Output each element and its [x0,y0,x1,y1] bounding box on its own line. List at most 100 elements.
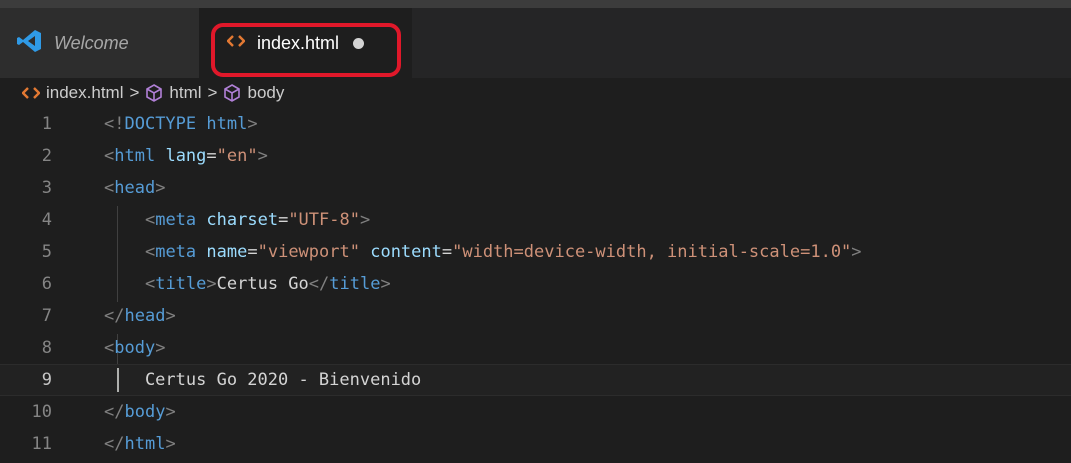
code-line[interactable]: 10 </body> [0,396,1071,428]
tab-index-label: index.html [257,32,340,53]
editor-tab-bar: Welcome index.html [0,8,1071,78]
code-token: Certus Go [216,274,309,294]
code-token: < [104,178,115,198]
code-token: </ [104,306,125,326]
code-token: html [114,146,156,166]
code-line[interactable]: 3 <head> [0,172,1071,204]
code-token: > [206,274,217,294]
breadcrumb-file[interactable]: index.html [22,83,123,103]
code-editor[interactable]: 1 <!DOCTYPE html> 2 <html lang="en"> 3 <head>… [0,108,1071,463]
code-token: < [144,210,156,230]
breadcrumb-file-label: index.html [46,83,124,102]
code-text: <title>Certus Go</title> [104,274,391,294]
code-token: title [155,274,207,294]
line-number: 2 [41,146,52,166]
code-line[interactable]: 2 <html lang="en"> [0,140,1071,172]
tab-index-html[interactable]: index.html [199,8,412,78]
code-text: <!DOCTYPE html> [104,114,258,134]
code-text: </head> [104,306,176,326]
code-token: < [104,338,115,358]
code-token: > [165,306,176,326]
code-line[interactable]: 1 <!DOCTYPE html> [0,108,1071,140]
code-token: body [114,338,156,358]
code-token: </ [104,434,125,454]
symbol-cube-icon [224,84,241,102]
code-line[interactable]: 8 <body> [0,332,1071,364]
code-text: <html lang="en"> [104,146,268,166]
unsaved-dot-icon[interactable] [353,37,365,49]
code-token: </ [308,274,330,294]
code-line[interactable]: 7 </head> [0,300,1071,332]
code-token: > [165,434,176,454]
code-token: > [247,114,258,134]
code-line[interactable]: 9 Certus Go 2020 - Bienvenido [0,364,1071,396]
code-token: <! [104,114,125,134]
code-token: "UTF-8" [288,210,360,230]
code-text: <meta charset="UTF-8"> [104,210,370,230]
line-number: 3 [41,178,52,198]
code-token: "width=device-width, initial-scale=1.0" [452,242,852,262]
line-number: 10 [31,402,52,422]
code-token: = [441,242,453,262]
code-token: html [206,114,248,134]
code-token: content [370,242,442,262]
line-number: 9 [41,370,52,390]
code-token: > [155,178,166,198]
tab-welcome[interactable]: Welcome [0,8,199,78]
breadcrumb-html[interactable]: html [145,83,202,103]
code-token: = [206,146,217,166]
code-token: > [359,210,371,230]
code-token: "viewport" [257,242,360,262]
code-token: body [124,402,166,422]
breadcrumb-html-label: html [169,83,202,102]
code-text: </body> [104,402,176,422]
code-token: = [278,210,289,230]
line-number: 5 [41,242,52,262]
code-token: = [247,242,258,262]
breadcrumb-body[interactable]: body [223,83,284,103]
breadcrumb-body-label: body [247,83,285,102]
title-bar-strip [0,0,1071,8]
code-line[interactable]: 4 <meta charset="UTF-8"> [0,204,1071,236]
vscode-logo-icon [16,28,42,59]
text-cursor [117,368,119,392]
code-token: </ [104,402,125,422]
code-token: < [104,146,115,166]
line-number: 11 [31,434,52,454]
code-token: "en" [216,146,258,166]
code-text: <head> [104,178,165,198]
line-number: 4 [41,210,52,230]
vscode-window: Welcome index.html index.html > html > b… [0,0,1071,463]
code-line[interactable]: 6 <title>Certus Go</title> [0,268,1071,300]
code-token: > [155,338,166,358]
code-line[interactable]: 11 </html> [0,428,1071,460]
code-line[interactable]: 5 <meta name="viewport" content="width=d… [0,236,1071,268]
code-token: head [124,306,166,326]
code-token: < [144,274,156,294]
code-token: > [257,146,268,166]
symbol-cube-icon [146,84,163,102]
tab-welcome-label: Welcome [54,32,129,53]
html-file-icon [226,34,246,53]
code-text: <body> [104,338,165,358]
code-token: html [124,434,166,454]
code-text: </html> [104,434,176,454]
code-token: meta [155,210,197,230]
code-text: Certus Go 2020 - Bienvenido [104,370,421,390]
code-token: meta [155,242,197,262]
code-token: charset [206,210,279,230]
code-token: head [114,178,156,198]
code-text: <meta name="viewport" content="width=dev… [104,242,862,262]
code-token: > [851,242,862,262]
line-number: 7 [41,306,52,326]
line-number: 8 [41,338,52,358]
code-token: < [144,242,156,262]
